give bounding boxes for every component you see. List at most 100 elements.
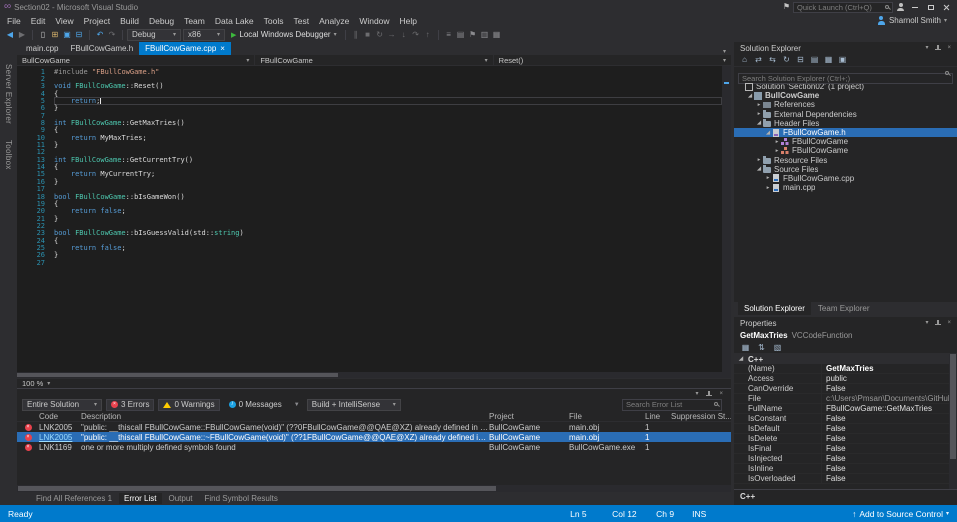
solution-configurations-icon[interactable]: ≡: [443, 29, 455, 41]
window-position-chevron-icon[interactable]: ▾: [925, 45, 928, 51]
tab-main-cpp[interactable]: main.cpp: [20, 42, 64, 55]
error-list-search-input[interactable]: [622, 398, 722, 411]
switch-views-icon[interactable]: ⇄: [753, 54, 764, 66]
property-pages-icon[interactable]: ▧: [772, 342, 783, 354]
tree-item-fbullcowgame[interactable]: ▸ FBullCowGame: [734, 146, 957, 155]
messages-toggle[interactable]: i 0 Messages: [224, 399, 287, 411]
pane-tab-error-list[interactable]: Error List: [119, 493, 162, 504]
pin-icon[interactable]: [934, 319, 942, 327]
property-isoverloaded[interactable]: IsOverloaded False: [734, 474, 957, 484]
chevron-right-icon[interactable]: ▸: [755, 157, 763, 163]
navigate-forward-icon[interactable]: ▶: [16, 29, 28, 41]
editor-vertical-scrollbar[interactable]: [722, 66, 731, 372]
solution-explorer-search-input[interactable]: [738, 73, 953, 84]
property-isdelete[interactable]: IsDelete False: [734, 434, 957, 444]
chevron-down-icon[interactable]: ◢: [755, 166, 763, 172]
tree-item-main-cpp[interactable]: ▸ main.cpp: [734, 183, 957, 192]
tree-item-fbullcowgame[interactable]: ▸ FBullCowGame: [734, 137, 957, 146]
open-file-icon[interactable]: ⊞: [49, 29, 61, 41]
sync-with-active-document-icon[interactable]: ⇆: [767, 54, 778, 66]
error-code[interactable]: LNK2005: [39, 433, 81, 442]
refresh-icon[interactable]: ↻: [781, 54, 792, 66]
quick-launch-input[interactable]: [793, 1, 893, 13]
menu-window[interactable]: Window: [354, 16, 394, 26]
home-icon[interactable]: ⌂: [739, 54, 750, 66]
chevron-right-icon[interactable]: ▸: [755, 102, 763, 108]
properties-icon[interactable]: ▦: [823, 54, 834, 66]
scrollbar-thumb[interactable]: [18, 486, 497, 491]
code-line-16[interactable]: 16}: [17, 178, 722, 186]
solution-configurations-dropdown[interactable]: Debug ▾: [127, 28, 181, 41]
step-into-icon[interactable]: ↓: [398, 29, 410, 41]
tree-item-fbullcowgame-cpp[interactable]: ▸ FBullCowGame.cpp: [734, 174, 957, 183]
property-file[interactable]: File c:\Users\Pmsan\Documents\GitHub: [734, 394, 957, 404]
panel-tab-team-explorer[interactable]: Team Explorer: [812, 302, 876, 315]
code-line-27[interactable]: 27: [17, 259, 722, 267]
menu-project[interactable]: Project: [79, 16, 115, 26]
comment-icon[interactable]: ▥: [479, 29, 491, 41]
property-isfinal[interactable]: IsFinal False: [734, 444, 957, 454]
menu-file[interactable]: File: [2, 16, 26, 26]
chevron-right-icon[interactable]: ▸: [755, 111, 763, 117]
undo-icon[interactable]: ↶: [94, 29, 106, 41]
menu-team[interactable]: Team: [179, 16, 210, 26]
find-in-files-icon[interactable]: ▤: [455, 29, 467, 41]
save-all-icon[interactable]: ⊟: [73, 29, 85, 41]
property-isinline[interactable]: IsInline False: [734, 464, 957, 474]
column-header-project[interactable]: Project: [489, 412, 569, 421]
property-isinjected[interactable]: IsInjected False: [734, 454, 957, 464]
tree-item-references[interactable]: ▸ References: [734, 100, 957, 109]
property-fullname[interactable]: FullName FBullCowGame::GetMaxTries: [734, 404, 957, 414]
restart-icon[interactable]: ↻: [374, 29, 386, 41]
tree-item-fbullcowgame-h[interactable]: ◢ FBullCowGame.h: [734, 127, 957, 138]
step-over-icon[interactable]: ↷: [410, 29, 422, 41]
error-row-1[interactable]: × LNK2005 "public: __thiscall FBullCowGame…: [17, 422, 731, 432]
project-dropdown[interactable]: BullCowGame ▾: [17, 55, 256, 65]
window-position-chevron-icon[interactable]: ▾: [925, 320, 928, 326]
error-code[interactable]: LNK2005: [39, 423, 81, 432]
pane-tab-find-symbol-results[interactable]: Find Symbol Results: [200, 493, 283, 504]
code-line-21[interactable]: 21}: [17, 215, 722, 223]
chevron-right-icon[interactable]: ▸: [764, 175, 772, 181]
selected-object[interactable]: GetMaxTries VCCodeFunction: [734, 329, 957, 342]
chevron-down-icon[interactable]: ◢: [764, 130, 772, 136]
menu-test[interactable]: Test: [288, 16, 314, 26]
column-header-suppression-st[interactable]: Suppression St...: [671, 412, 731, 421]
scrollbar-thumb[interactable]: [17, 373, 339, 377]
show-next-statement-icon[interactable]: →: [386, 29, 398, 41]
chevron-right-icon[interactable]: ▸: [773, 139, 781, 145]
tree-item-source-files[interactable]: ◢ Source Files: [734, 165, 957, 174]
error-code[interactable]: LNK1169: [39, 443, 81, 452]
pin-icon[interactable]: [934, 44, 942, 52]
code-line-1[interactable]: 1 #include "FBullCowGame.h": [17, 68, 722, 76]
tree-item-external-dependencies[interactable]: ▸ External Dependencies: [734, 110, 957, 119]
category-header[interactable]: ◢ C++: [734, 354, 957, 364]
chevron-right-icon[interactable]: ▸: [764, 185, 772, 191]
active-files-chevron-icon[interactable]: ▾: [718, 48, 731, 55]
alphabetical-icon[interactable]: ⇅: [756, 342, 767, 354]
menu-data-lake[interactable]: Data Lake: [210, 16, 259, 26]
categorized-icon[interactable]: ▦: [740, 342, 751, 354]
show-all-files-icon[interactable]: ▤: [809, 54, 820, 66]
menu-view[interactable]: View: [50, 16, 78, 26]
editor-horizontal-scrollbar[interactable]: [17, 372, 731, 378]
property-canoverride[interactable]: CanOverride False: [734, 384, 957, 394]
break-all-icon[interactable]: ∥: [350, 29, 362, 41]
close-icon[interactable]: ×: [947, 320, 951, 326]
scope-filter-dropdown[interactable]: Entire Solution ▾: [22, 398, 102, 411]
menu-tools[interactable]: Tools: [259, 16, 289, 26]
pane-tab-find-all-references-1[interactable]: Find All References 1: [31, 493, 117, 504]
tree-item-header-files[interactable]: ◢ Header Files: [734, 119, 957, 128]
new-file-icon[interactable]: ▯: [37, 29, 49, 41]
panel-tab-solution-explorer[interactable]: Solution Explorer: [738, 302, 811, 315]
save-icon[interactable]: ▣: [61, 29, 73, 41]
errors-toggle[interactable]: × 3 Errors: [106, 398, 155, 411]
feedback-person-icon[interactable]: [896, 2, 905, 12]
chevron-down-icon[interactable]: ◢: [755, 120, 763, 126]
uncomment-icon[interactable]: ▦: [491, 29, 503, 41]
start-debugging-button[interactable]: ▶ Local Windows Debugger ▾: [227, 28, 341, 41]
code-line-11[interactable]: 11}: [17, 141, 722, 149]
property-name[interactable]: (Name) GetMaxTries: [734, 364, 957, 374]
scrollbar-thumb[interactable]: [950, 354, 956, 460]
property-access[interactable]: Access public: [734, 374, 957, 384]
